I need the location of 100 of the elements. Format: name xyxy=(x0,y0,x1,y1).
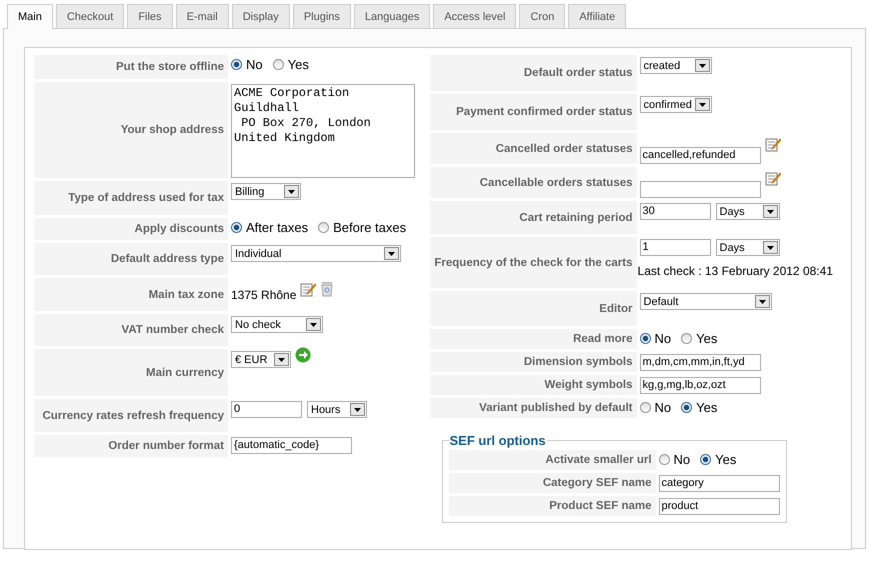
tab[interactable]: Files xyxy=(127,4,173,28)
field-label: Category SEF name xyxy=(448,473,656,493)
radio-label: No xyxy=(654,400,672,415)
tab[interactable]: E-mail xyxy=(176,4,229,28)
radio-button[interactable] xyxy=(681,402,692,413)
radio-option[interactable]: After taxes xyxy=(231,220,308,235)
tab[interactable]: Main xyxy=(7,4,53,29)
tab[interactable]: Display xyxy=(232,4,290,28)
tab[interactable]: Checkout xyxy=(56,4,124,28)
field-label: Read more xyxy=(430,329,637,349)
caret-icon xyxy=(766,246,774,250)
field-label: Default address type xyxy=(34,243,228,275)
radio-option[interactable]: Yes xyxy=(681,400,718,415)
edit-icon[interactable] xyxy=(764,136,781,152)
caret-icon xyxy=(698,64,706,68)
field-label: VAT number check xyxy=(34,314,228,346)
field-label: Apply discounts xyxy=(34,218,228,240)
tab[interactable]: Access level xyxy=(433,4,516,28)
tax-zone-text: 1375 Rhône xyxy=(231,288,296,302)
field-label: Cancelled order statuses xyxy=(430,133,637,164)
dropdown[interactable]: No check xyxy=(231,316,323,333)
caret-icon xyxy=(354,408,361,412)
tab[interactable]: Plugins xyxy=(292,4,351,28)
field-label: Main currency xyxy=(34,349,228,396)
radio-label: Yes xyxy=(696,400,718,415)
radio-label: Yes xyxy=(696,331,718,346)
field-label: Put the store offline xyxy=(34,55,228,79)
radio-option[interactable]: Yes xyxy=(272,57,309,72)
dropdown[interactable]: Billing xyxy=(231,183,301,200)
number-field[interactable]: 1 xyxy=(640,239,711,256)
number-field[interactable]: 30 xyxy=(640,203,711,220)
radio-button[interactable] xyxy=(318,222,330,233)
field-label: Dimension symbols xyxy=(430,352,637,372)
text-field[interactable]: product xyxy=(658,498,780,515)
caret-icon xyxy=(310,322,317,326)
radio-option[interactable]: Yes xyxy=(700,452,736,467)
edit-icon[interactable] xyxy=(300,281,316,297)
unit-dropdown[interactable]: Days xyxy=(716,239,780,256)
radio-label: Yes xyxy=(288,57,309,72)
field-label: Default order status xyxy=(430,55,637,91)
edit-icon[interactable] xyxy=(764,170,781,186)
radio-option[interactable]: Yes xyxy=(681,331,718,346)
field-label: Editor xyxy=(430,291,637,326)
caret-icon xyxy=(278,358,285,362)
field-label: Product SEF name xyxy=(448,496,656,516)
radio-button[interactable] xyxy=(231,222,242,233)
radio-label: Before taxes xyxy=(333,220,406,235)
radio-label: No xyxy=(246,57,263,72)
field-label: Weight symbols xyxy=(430,375,637,395)
radio-option[interactable]: No xyxy=(640,400,672,415)
address-field[interactable]: ACME Corporation Guildhall PO Box 270, London United Kingdom xyxy=(231,84,415,178)
text-field[interactable]: {automatic_code} xyxy=(231,437,352,454)
tab[interactable]: Languages xyxy=(354,4,430,28)
radio-label: Yes xyxy=(715,452,736,467)
tab[interactable]: Affiliate xyxy=(568,4,626,28)
radio-button[interactable] xyxy=(640,333,651,344)
radio-label: After taxes xyxy=(246,220,308,235)
radio-button[interactable] xyxy=(640,402,651,413)
radio-button[interactable] xyxy=(658,454,670,465)
radio-option[interactable]: No xyxy=(640,331,672,346)
field-label: Frequency of the check for the carts xyxy=(430,237,637,288)
text-field[interactable]: kg,g,mg,lb,oz,ozt xyxy=(640,377,761,394)
field-label: Order number format xyxy=(34,435,228,457)
radio-button[interactable] xyxy=(272,59,284,70)
field-label: Your shop address xyxy=(34,82,228,178)
text-field[interactable]: m,dm,cm,mm,in,ft,yd xyxy=(640,354,761,371)
tab[interactable]: Cron xyxy=(519,4,566,28)
field-label: Main tax zone xyxy=(34,278,228,311)
text-field[interactable] xyxy=(640,181,761,198)
radio-option[interactable]: No xyxy=(231,57,263,72)
field-label: Activate smaller url xyxy=(448,450,656,470)
radio-button[interactable] xyxy=(231,59,242,70)
field-label: Cart retaining period xyxy=(430,201,637,234)
caret-icon xyxy=(388,252,395,256)
caret-icon xyxy=(698,102,706,106)
radio-option[interactable]: No xyxy=(658,452,690,467)
radio-button[interactable] xyxy=(700,454,712,465)
dropdown[interactable]: Individual xyxy=(231,245,401,262)
text-field[interactable]: cancelled,refunded xyxy=(640,147,761,164)
field-label: Cancellable orders statuses xyxy=(430,167,637,198)
radio-label: No xyxy=(674,452,690,467)
unit-dropdown[interactable]: Days xyxy=(716,203,780,220)
unit-dropdown[interactable]: Hours xyxy=(307,401,367,418)
field-label: Variant published by default xyxy=(430,398,637,418)
text-field[interactable]: category xyxy=(658,475,780,492)
last-check-text: Last check : 13 February 2012 08:41 xyxy=(638,264,833,278)
dropdown[interactable]: confirmed xyxy=(640,96,712,113)
number-field[interactable]: 0 xyxy=(231,401,302,418)
fieldset-legend: SEF url options xyxy=(448,433,547,448)
radio-button[interactable] xyxy=(681,333,692,344)
dropdown[interactable]: created xyxy=(640,57,712,74)
refresh-icon[interactable] xyxy=(295,347,311,363)
field-label: Type of address used for tax xyxy=(34,181,228,215)
caret-icon xyxy=(766,210,774,214)
field-label: Payment confirmed order status xyxy=(430,94,637,130)
caret-icon xyxy=(758,300,766,304)
dropdown[interactable]: € EUR xyxy=(231,351,291,368)
radio-option[interactable]: Before taxes xyxy=(318,220,406,235)
dropdown[interactable]: Default xyxy=(640,293,772,310)
trash-icon[interactable] xyxy=(320,281,334,297)
